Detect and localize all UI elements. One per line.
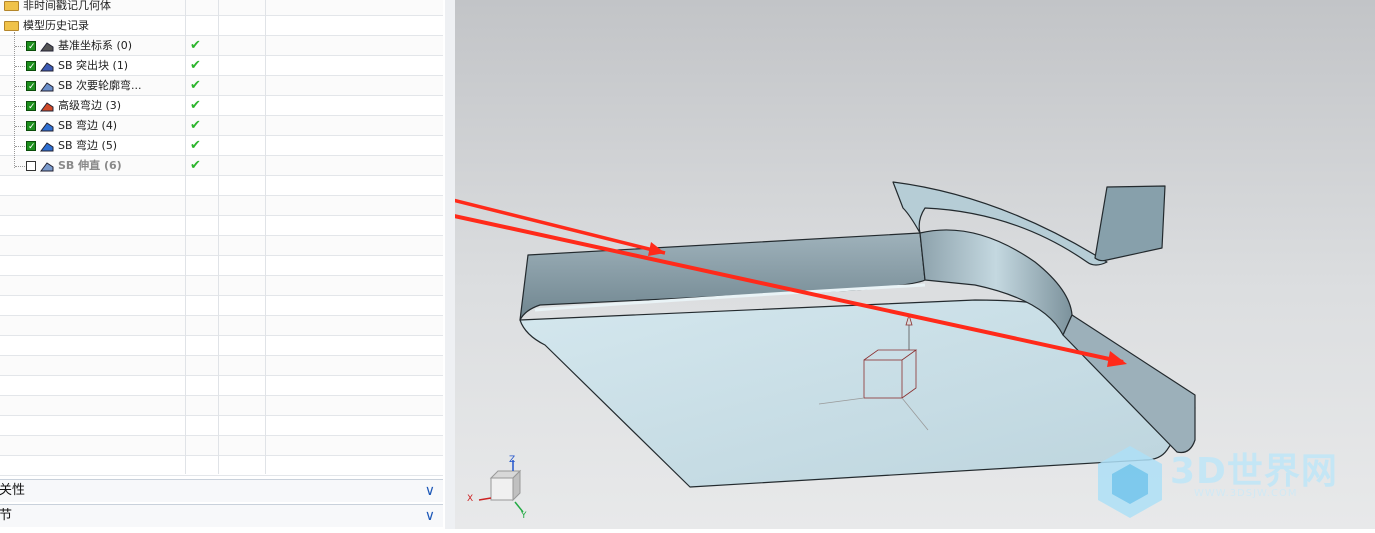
tree-connector (14, 32, 15, 168)
grid-row (0, 216, 443, 236)
tree-connector (15, 46, 25, 47)
tree-node-label: 高级弯边 (3) (58, 99, 122, 112)
datum-csys-icon (39, 40, 55, 52)
folder-icon (4, 21, 19, 31)
tree-node-feature[interactable]: SB 次要轮廓弯... (26, 76, 142, 97)
grid-row (0, 276, 443, 296)
panel-title: 细节 (0, 508, 13, 523)
chevron-down-icon[interactable]: ∨ (425, 505, 435, 527)
tree-connector (15, 126, 25, 127)
status-ok-icon: ✔ (190, 138, 201, 153)
tree-node-feature[interactable]: SB 伸直 (6) (26, 156, 122, 176)
axis-x-label: X (467, 494, 474, 504)
watermark-logo-icon (1098, 446, 1162, 518)
watermark-url: WWW.3DSJW.COM (1194, 488, 1298, 499)
status-ok-icon: ✔ (190, 58, 201, 73)
axis-z-label: Z (509, 455, 516, 465)
grid-row (0, 336, 443, 356)
unbend-icon (39, 160, 55, 172)
grid-row (0, 316, 443, 336)
status-ok-icon: ✔ (190, 158, 201, 173)
checkbox[interactable] (26, 161, 36, 171)
view-triad (478, 460, 524, 513)
checkbox[interactable] (26, 77, 36, 97)
grid-row (0, 436, 443, 456)
tree-node-feature[interactable]: SB 突出块 (1) (26, 56, 129, 77)
tree-node-label: SB 次要轮廓弯... (58, 79, 142, 92)
tree-node-feature[interactable]: SB 弯边 (5) (26, 136, 118, 157)
part-navigator: 非时间戳记几何体 模型历史记录 基准坐标系 (0) ✔ SB 突出块 (1) ✔ SB … (0, 0, 446, 529)
contour-flange-icon (39, 80, 55, 92)
chevron-down-icon[interactable]: ∨ (425, 480, 435, 502)
panel-title: 相关性 (0, 483, 26, 498)
status-ok-icon: ✔ (190, 78, 201, 93)
grid-row (0, 376, 443, 396)
tree-node-label: 模型历史记录 (23, 19, 89, 32)
tree-node-label: 基准坐标系 (0) (58, 39, 133, 52)
tree-connector (15, 86, 25, 87)
tree-connector (15, 146, 25, 147)
graphics-viewport[interactable]: Z X Y 3D世界网 WWW.3DSJW.COM (151, 0, 1375, 529)
tree-node-model-history[interactable]: 模型历史记录 (4, 16, 89, 36)
grid-row (0, 196, 443, 216)
tree-node-feature[interactable]: SB 弯边 (4) (26, 116, 118, 137)
dependencies-panel[interactable]: 相关性 ∨ (0, 479, 443, 502)
checkbox[interactable] (26, 117, 36, 137)
tree-connector (15, 66, 25, 67)
tree-node-untimestamped[interactable]: 非时间戳记几何体 (4, 0, 111, 16)
checkbox[interactable] (26, 57, 36, 77)
grid-row (0, 356, 443, 376)
tree-node-label: SB 弯边 (5) (58, 139, 118, 152)
grid-row (0, 296, 443, 316)
watermark: 3D世界网 WWW.3DSJW.COM (1090, 438, 1375, 523)
status-ok-icon: ✔ (190, 118, 201, 133)
folder-icon (4, 1, 19, 11)
column-divider (185, 0, 186, 474)
tree-node-label: SB 突出块 (1) (58, 59, 129, 72)
checkbox[interactable] (26, 137, 36, 157)
checkbox[interactable] (26, 97, 36, 117)
flange-icon (39, 120, 55, 132)
tree-connector (15, 106, 25, 107)
tree-node-feature[interactable]: 高级弯边 (3) (26, 96, 122, 117)
grid-row (0, 176, 443, 196)
grid-row (0, 416, 443, 436)
grid-row (0, 236, 443, 256)
grid-row (0, 456, 443, 476)
tree-node-feature[interactable]: 基准坐标系 (0) (26, 36, 133, 57)
watermark-brand: 3D世界网 (1170, 451, 1338, 492)
status-ok-icon: ✔ (190, 38, 201, 53)
column-divider (265, 0, 266, 474)
tree-node-label: 非时间戳记几何体 (23, 0, 111, 12)
flange-icon (39, 140, 55, 152)
column-divider (218, 0, 219, 474)
status-ok-icon: ✔ (190, 98, 201, 113)
tree-node-label: SB 伸直 (6) (58, 159, 122, 172)
advanced-flange-icon (39, 100, 55, 112)
grid-row (0, 396, 443, 416)
axis-y-label: Y (521, 511, 527, 521)
details-panel[interactable]: 细节 ∨ (0, 504, 443, 527)
checkbox[interactable] (26, 37, 36, 57)
grid-row (0, 256, 443, 276)
tree-connector (15, 166, 25, 167)
tab-feature-icon (39, 60, 55, 72)
tree-node-label: SB 弯边 (4) (58, 119, 118, 132)
